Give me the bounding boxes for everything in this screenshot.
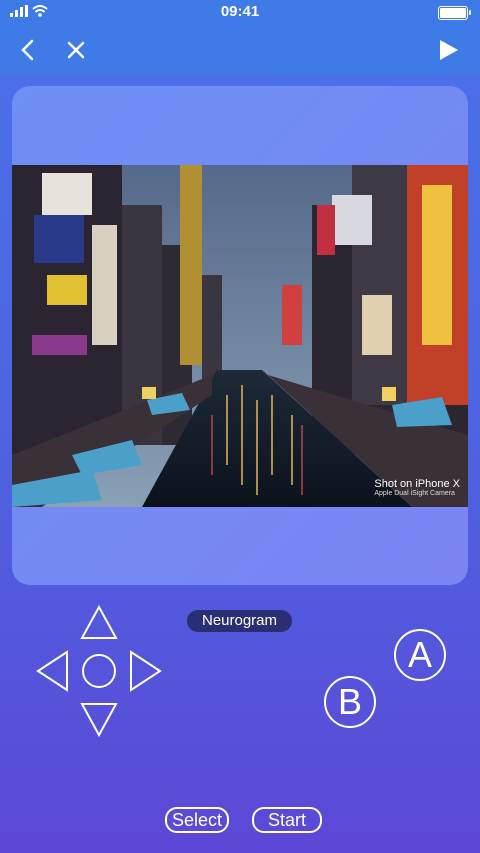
status-time: 09:41 xyxy=(220,3,260,20)
core-name-label: Neurogram xyxy=(187,610,292,632)
b-button[interactable]: B xyxy=(324,676,376,728)
dpad xyxy=(36,604,162,738)
dpad-center xyxy=(82,654,116,688)
watermark-main: Shot on iPhone X xyxy=(374,478,460,490)
play-button[interactable] xyxy=(432,34,464,66)
photo-watermark: Shot on iPhone X Apple Dual iSight Camer… xyxy=(374,478,460,497)
watermark-sub: Apple Dual iSight Camera xyxy=(374,490,455,497)
close-button[interactable] xyxy=(60,34,92,66)
dpad-right-button[interactable] xyxy=(130,650,162,692)
select-button[interactable]: Select xyxy=(165,807,229,833)
night-canal-photo xyxy=(12,165,468,507)
chevron-left-icon xyxy=(21,39,34,61)
screen-photo: Shot on iPhone X Apple Dual iSight Camer… xyxy=(12,165,468,507)
start-button[interactable]: Start xyxy=(252,807,322,833)
close-icon xyxy=(67,41,85,59)
dpad-down-button[interactable] xyxy=(80,703,118,738)
status-bar: 09:41 xyxy=(0,0,480,24)
play-icon xyxy=(440,40,458,60)
battery-icon xyxy=(438,6,471,20)
a-button[interactable]: A xyxy=(394,629,446,681)
dpad-up-button[interactable] xyxy=(80,604,118,639)
top-toolbar xyxy=(0,24,480,74)
back-button[interactable] xyxy=(12,34,44,66)
emulator-screen[interactable]: Shot on iPhone X Apple Dual iSight Camer… xyxy=(12,86,468,585)
dpad-left-button[interactable] xyxy=(36,650,68,692)
